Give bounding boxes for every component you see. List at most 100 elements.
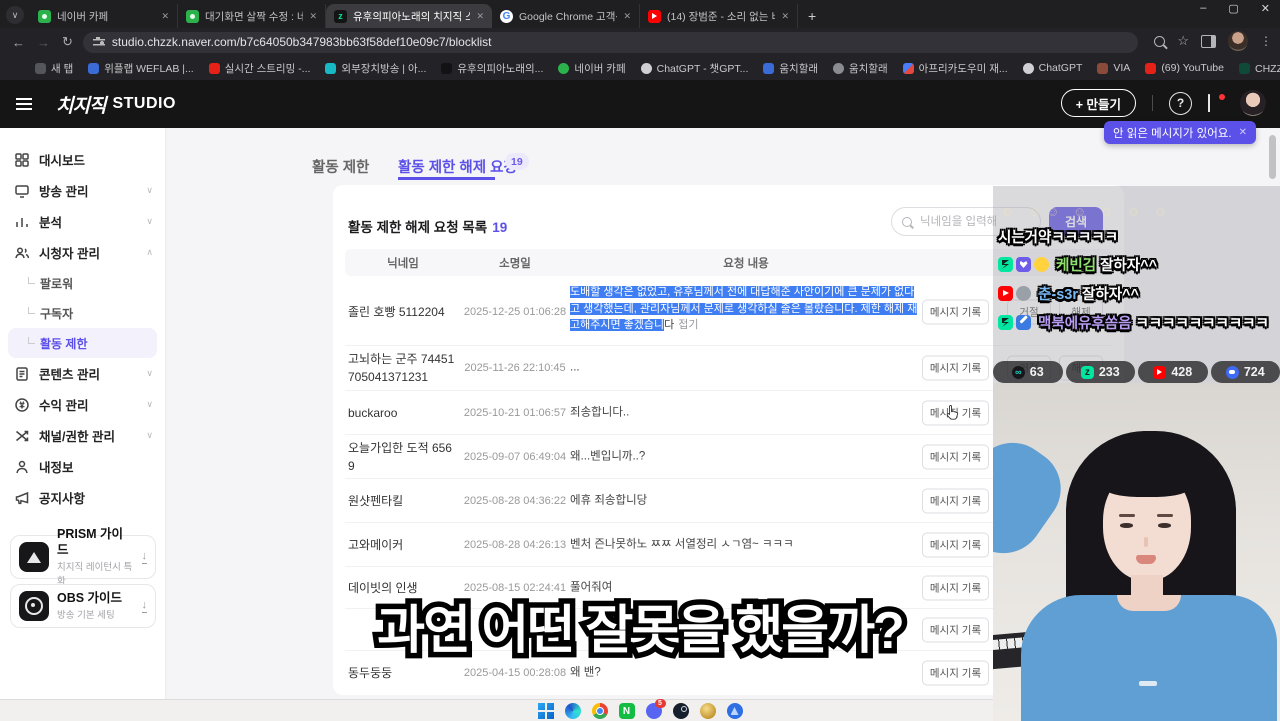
document-icon	[16, 366, 28, 381]
subtitle-text: 과연 어떤 잘못을 했을까?	[377, 602, 905, 660]
tab-search-icon[interactable]: ∨	[6, 6, 24, 24]
bookmark-item[interactable]: 아프리카도우미 재...	[902, 61, 1008, 76]
browser-tab-strip: ∨ 네이버 카페 ✕ 대기화면 살짝 수정 : 네이버 ✕ z 유후의피아노래의…	[0, 0, 1280, 28]
row-date: 2025-11-26 22:10:45	[464, 362, 566, 374]
row-date: 2025-12-25 01:06:28	[463, 305, 567, 318]
bookmark-item[interactable]: 움치할래	[833, 61, 888, 76]
create-button[interactable]: + 만들기	[1060, 89, 1136, 117]
bookmark-item[interactable]: 네이버 카페	[558, 61, 626, 76]
bookmark-item[interactable]: 외부장치방송 | 아...	[325, 61, 426, 76]
bookmark-item[interactable]: 새 탭	[35, 61, 73, 76]
soop-platform-icon	[1225, 365, 1239, 379]
browser-tab-4[interactable]: G Google Chrome 고객센터 ✕	[492, 4, 640, 28]
tab-close-icon[interactable]: ✕	[623, 11, 631, 22]
sidebar-item-revenue[interactable]: 수익 관리 ∨	[0, 389, 165, 420]
browser-menu-icon[interactable]: ⋮	[1260, 34, 1272, 48]
bookmark-item[interactable]: 위플랩 WEFLAB |...	[88, 61, 194, 76]
profile-avatar[interactable]	[1240, 90, 1266, 116]
side-panel-icon[interactable]	[1201, 34, 1216, 48]
browser-tab-2[interactable]: 대기화면 살짝 수정 : 네이버 ✕	[178, 4, 326, 28]
sidebar-item-content[interactable]: 콘텐츠 관리 ∨	[0, 358, 165, 389]
tab-activity-restriction[interactable]: 활동 제한	[312, 156, 369, 177]
new-tab-button[interactable]: +	[808, 8, 816, 24]
back-icon[interactable]: ←	[12, 35, 25, 50]
col-header-date: 소명일	[499, 258, 531, 270]
browser-profile-avatar[interactable]	[1228, 31, 1248, 51]
collapse-link[interactable]: 접기	[678, 319, 698, 331]
message-log-button[interactable]: 메시지 기록	[922, 660, 989, 685]
address-bar[interactable]: studio.chzzk.naver.com/b7c64050b347983bb…	[82, 31, 1138, 53]
discord-icon[interactable]: 5	[645, 699, 666, 719]
person-icon	[16, 460, 28, 473]
sidebar-item-activity-restriction[interactable]: 활동 제한	[8, 328, 157, 358]
bookmark-item[interactable]: ChatGPT - 챗GPT...	[640, 61, 748, 76]
tab-close-icon[interactable]: ✕	[309, 11, 317, 22]
edge-icon[interactable]	[564, 703, 581, 719]
message-log-button[interactable]: 메시지 기록	[922, 532, 989, 557]
naver-icon[interactable]: N	[618, 703, 635, 719]
emote-badge-icon	[1034, 257, 1049, 272]
bookmark-item[interactable]: ChatGPT	[1022, 62, 1082, 74]
site-settings-icon[interactable]	[92, 37, 105, 47]
help-icon[interactable]: ?	[1169, 91, 1192, 115]
sidebar-item-subscribers[interactable]: 구독자	[0, 298, 165, 328]
gold-app-icon[interactable]	[699, 703, 716, 719]
dashboard-icon	[15, 152, 29, 167]
browser-tab-3-active[interactable]: z 유후의피아노래의 치지직 스 ✕	[326, 4, 492, 28]
sidebar-item-broadcast[interactable]: 방송 관리 ∨	[0, 175, 165, 206]
bookmark-item[interactable]: CHZZK VOTE - 치...	[1238, 61, 1280, 76]
sidebar-item-analytics[interactable]: 분석 ∨	[0, 206, 165, 237]
bookmark-icon	[208, 62, 220, 74]
bookmark-item[interactable]: (69) YouTube	[1145, 62, 1224, 74]
prism-logo-icon	[19, 542, 49, 572]
browser-toolbar: ← → ↻ studio.chzzk.naver.com/b7c64050b34…	[0, 28, 1280, 56]
sidebar-item-dashboard[interactable]: 대시보드	[0, 144, 165, 175]
chat-username[interactable]: 맥북에유후쏨음	[1038, 316, 1131, 332]
window-close-button[interactable]: ✕	[1261, 2, 1270, 15]
row-content: 왜...벤입니까..?	[570, 449, 646, 462]
discord-badge: 5	[654, 699, 666, 708]
tab-close-icon[interactable]: ✕	[161, 11, 169, 22]
download-icon[interactable]: ↓	[141, 550, 147, 564]
blue-app-icon[interactable]	[726, 703, 743, 719]
hamburger-menu-icon[interactable]	[16, 98, 32, 100]
row-date: 2025-08-28 04:26:13	[463, 538, 567, 551]
window-minimize-button[interactable]: –	[1200, 2, 1206, 15]
bookmark-star-icon[interactable]: ☆	[1177, 33, 1189, 49]
streamer-arm	[993, 427, 1077, 569]
reload-icon[interactable]: ↻	[62, 34, 73, 50]
bookmark-item[interactable]: 실시간 스트리밍 -...	[208, 61, 310, 76]
zoom-search-icon[interactable]	[1154, 35, 1166, 47]
chrome-icon[interactable]	[591, 703, 608, 719]
browser-tab-5[interactable]: (14) 장범준 - 소리 없는 비가 ✕	[640, 4, 798, 28]
tab-close-icon[interactable]: ✕	[781, 11, 789, 22]
window-maximize-button[interactable]: ▢	[1228, 2, 1238, 15]
message-log-button[interactable]: 메시지 기록	[922, 444, 989, 469]
sidebar-item-viewers[interactable]: 시청자 관리 ∧	[0, 237, 165, 268]
tab-close-icon[interactable]: ✕	[476, 11, 484, 22]
toast-close-icon[interactable]: ✕	[1239, 127, 1247, 138]
message-log-button[interactable]: 메시지 기록	[922, 355, 989, 381]
chat-username[interactable]: 케빈김	[1056, 258, 1096, 274]
bookmark-item[interactable]: VIA	[1097, 62, 1130, 74]
notification-bell-icon[interactable]	[1208, 94, 1225, 112]
chat-username[interactable]: 춘-s3r	[1038, 287, 1078, 303]
bookmark-item[interactable]: 움치할래	[763, 61, 818, 76]
sidebar-item-notices[interactable]: 공지사항	[0, 482, 165, 513]
tab-restriction-release-requests[interactable]: 활동 제한 해제 요청	[398, 156, 517, 177]
sidebar-item-channel-permissions[interactable]: 채널/권한 관리 ∨	[0, 420, 165, 451]
viewer-count-bar: ∞ 63 z 233 428 724	[993, 361, 1280, 383]
windows-start-icon[interactable]	[537, 703, 554, 719]
page-scrollbar[interactable]	[1269, 135, 1276, 179]
browser-tab-1[interactable]: 네이버 카페 ✕	[30, 4, 178, 28]
message-log-button[interactable]: 메시지 기록	[922, 299, 989, 324]
message-log-button[interactable]: 메시지 기록	[922, 488, 989, 513]
steam-icon[interactable]	[672, 703, 689, 719]
unread-message-toast: 안 읽은 메시지가 있어요. ✕	[1104, 121, 1256, 144]
bookmark-item[interactable]: 유후의피아노래의...	[441, 61, 543, 76]
sidebar-item-followers[interactable]: 팔로워	[0, 268, 165, 298]
prism-guide-card[interactable]: PRISM 가이드 치지직 레이턴시 특화 ↓	[10, 527, 156, 587]
sidebar-item-my-info[interactable]: 내정보	[0, 451, 165, 482]
forward-icon[interactable]: →	[37, 35, 50, 50]
streamer-brow	[1119, 514, 1135, 517]
